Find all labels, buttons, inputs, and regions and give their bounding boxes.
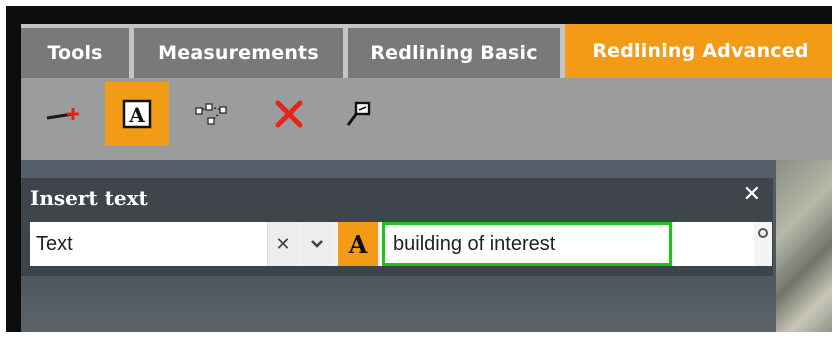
insert-text-icon: A xyxy=(122,99,152,129)
edit-vertices-tool[interactable] xyxy=(179,82,243,146)
size-handle[interactable] xyxy=(754,222,772,266)
tab-tools[interactable]: Tools xyxy=(21,28,129,78)
draw-line-tool[interactable] xyxy=(31,82,95,146)
text-options-row: Text ✕ A xyxy=(30,222,772,266)
tab-measurements[interactable]: Measurements xyxy=(134,28,343,78)
tab-bar: Tools Measurements Redlining Basic Redli… xyxy=(21,24,832,78)
clear-icon[interactable]: ✕ xyxy=(268,222,298,266)
edit-vertices-icon xyxy=(195,103,227,125)
panel-title: Insert text xyxy=(30,186,148,210)
tab-redlining-basic[interactable]: Redlining Basic xyxy=(348,28,560,78)
app-frame: Tools Measurements Redlining Basic Redli… xyxy=(6,6,832,332)
delete-icon xyxy=(275,100,303,128)
text-type-select[interactable]: Text xyxy=(30,222,268,266)
chevron-down-icon xyxy=(311,240,323,248)
tab-redlining-advanced[interactable]: Redlining Advanced xyxy=(565,24,832,78)
text-input[interactable] xyxy=(382,222,672,266)
input-padding xyxy=(674,222,754,266)
svg-text:A: A xyxy=(128,103,145,127)
draw-line-icon xyxy=(46,108,79,120)
aerial-imagery xyxy=(776,160,832,332)
label-callout-tool[interactable] xyxy=(327,82,391,146)
font-style-button[interactable]: A xyxy=(338,222,378,266)
insert-text-tool[interactable]: A xyxy=(105,82,169,146)
close-icon[interactable]: ✕ xyxy=(743,182,761,207)
label-callout-icon xyxy=(346,101,371,126)
dropdown-button[interactable] xyxy=(302,222,332,266)
delete-tool[interactable] xyxy=(257,82,321,146)
toolbar: A xyxy=(21,78,832,160)
handle-icon xyxy=(758,228,768,238)
insert-text-panel: Insert text ✕ Text ✕ A xyxy=(21,178,773,276)
